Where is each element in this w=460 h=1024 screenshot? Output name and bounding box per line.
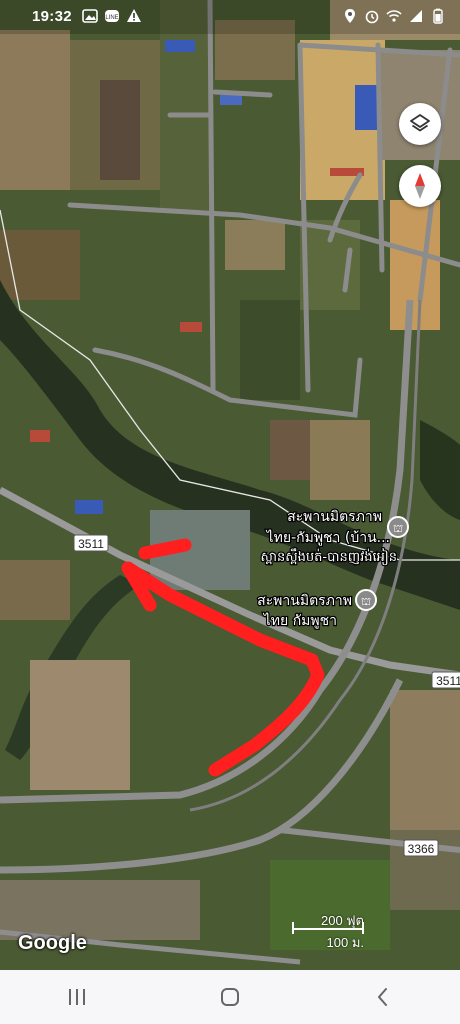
back-icon (378, 988, 388, 1006)
recents-icon (68, 989, 85, 1005)
alarm-icon (365, 10, 379, 24)
route-number: 3511 (436, 674, 460, 688)
field-patch (0, 30, 70, 190)
field-patch (100, 80, 140, 180)
bridge1-label-line3: ស្ពានស្ពឹងបត់-បានញវង់អៀន (261, 548, 397, 566)
wifi-icon (386, 10, 402, 22)
landmark-icon[interactable]: ⛫ (387, 516, 409, 538)
field-patch (310, 420, 370, 500)
status-time: 19:32 (32, 8, 72, 25)
scale-line (292, 928, 362, 930)
compass-button[interactable] (399, 165, 441, 207)
route-shield: 3511 (73, 534, 109, 552)
field-patch (270, 420, 310, 480)
building (180, 322, 202, 332)
building (30, 430, 50, 442)
svg-text:⛫: ⛫ (393, 522, 403, 535)
layers-button[interactable] (399, 103, 441, 145)
field-patch (390, 690, 460, 830)
system-nav-bar (0, 970, 460, 1024)
bridge2-label-line1: สะพานมิตรภาพ (257, 593, 352, 609)
field-patch (390, 200, 440, 330)
google-logo: Google (18, 932, 87, 954)
notification-icons: LINE (82, 8, 142, 24)
home-button[interactable] (200, 977, 260, 1017)
system-icons (342, 8, 446, 24)
status-bar: 19:32 LINE (0, 0, 460, 34)
map-canvas[interactable]: ⛫ ⛫ สะพานมิตรภาพ ไทย-กัมพูชา (บ้าน... ស្… (0, 0, 460, 970)
location-icon (345, 9, 355, 23)
route-number: 3511 (78, 537, 104, 551)
scale-bar: 200 ฟุต 100 ม. (290, 908, 370, 950)
bridge1-label-line2: ไทย-กัมพูชา (บ้าน... (266, 529, 390, 546)
layers-icon (410, 114, 430, 132)
bridge2-label-line2: ไทย กัมพูชา (263, 612, 337, 629)
home-icon (220, 988, 239, 1006)
alert-icon (127, 9, 141, 22)
route-shield: 3366 (403, 839, 439, 857)
svg-text:⛫: ⛫ (361, 595, 371, 608)
back-button[interactable] (353, 977, 413, 1017)
field-patch (0, 880, 200, 940)
building (355, 85, 377, 130)
recents-button[interactable] (47, 977, 107, 1017)
scale-meters: 100 ม. (326, 935, 364, 950)
scale-tick (292, 922, 294, 934)
field-patch (30, 660, 130, 790)
signal-icon (410, 10, 422, 22)
field-patch (0, 230, 80, 300)
landmark-icon[interactable]: ⛫ (355, 589, 377, 611)
compass-icon (415, 173, 425, 199)
bridge1-label-line1: สะพานมิตรภาพ (287, 509, 382, 525)
battery-icon (433, 8, 443, 24)
field-patch (225, 220, 285, 270)
field-patch (240, 300, 300, 400)
line-app-icon: LINE (105, 10, 119, 22)
route-shield: 3511 (431, 671, 460, 689)
building (165, 40, 195, 52)
building (220, 95, 242, 105)
field-patch (0, 560, 70, 620)
svg-text:LINE: LINE (105, 15, 118, 21)
gallery-icon (82, 9, 98, 23)
route-number: 3366 (408, 842, 435, 856)
building (75, 500, 103, 514)
